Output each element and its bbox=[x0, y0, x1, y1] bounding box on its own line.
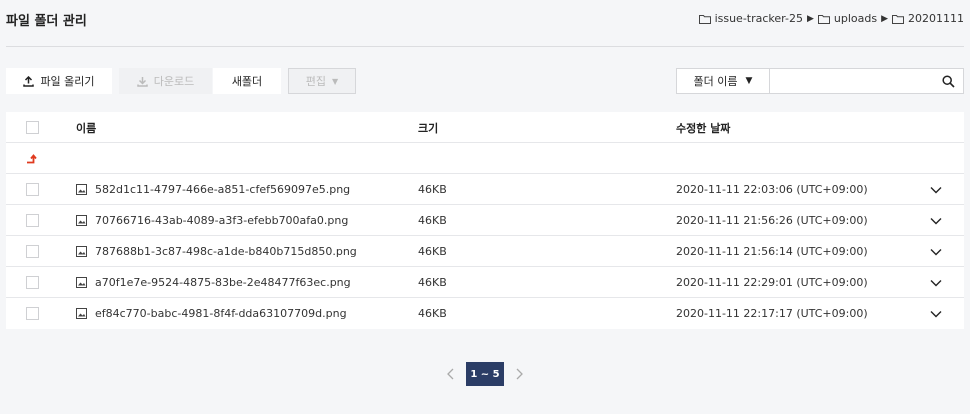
row-checkbox[interactable] bbox=[26, 307, 39, 320]
file-date: 2020-11-11 22:29:01 (UTC+09:00) bbox=[676, 276, 868, 289]
search-icon[interactable] bbox=[942, 75, 955, 88]
row-checkbox[interactable] bbox=[26, 245, 39, 258]
chevron-down-icon[interactable] bbox=[930, 248, 942, 256]
folder-icon bbox=[698, 14, 711, 24]
download-icon bbox=[137, 76, 148, 87]
file-date: 2020-11-11 22:03:06 (UTC+09:00) bbox=[676, 183, 868, 196]
file-name[interactable]: ef84c770-babc-4981-8f4f-dda63107709d.png bbox=[95, 307, 347, 320]
file-name[interactable]: 70766716-43ab-4089-a3f3-efebb700afa0.png bbox=[95, 214, 348, 227]
header-divider bbox=[6, 46, 964, 47]
download-button[interactable]: 다운로드 bbox=[119, 68, 212, 94]
chevron-down-icon[interactable] bbox=[930, 279, 942, 287]
image-file-icon bbox=[76, 246, 87, 257]
breadcrumb-label: issue-tracker-25 bbox=[714, 12, 803, 25]
row-checkbox[interactable] bbox=[26, 183, 39, 196]
chevron-down-icon[interactable] bbox=[930, 217, 942, 225]
chevron-right-icon: ▶ bbox=[881, 13, 888, 24]
upload-label: 파일 올리기 bbox=[40, 75, 95, 88]
column-header-date[interactable]: 수정한 날짜 bbox=[676, 112, 730, 143]
breadcrumb-item-uploads[interactable]: uploads bbox=[817, 12, 878, 25]
image-file-icon bbox=[76, 277, 87, 288]
new-folder-button[interactable]: 새폴더 bbox=[213, 68, 281, 94]
breadcrumb-label: uploads bbox=[833, 12, 878, 25]
chevron-down-icon[interactable] bbox=[930, 186, 942, 194]
table-header-row: 이름 크기 수정한 날짜 bbox=[6, 112, 964, 143]
chevron-down-icon[interactable] bbox=[930, 310, 942, 318]
image-file-icon bbox=[76, 308, 87, 319]
breadcrumb-item-20201111[interactable]: 20201111 bbox=[892, 12, 964, 25]
search-select-label: 폴더 이름 bbox=[693, 75, 738, 88]
previous-page-icon[interactable] bbox=[446, 368, 456, 380]
table-row[interactable]: ef84c770-babc-4981-8f4f-dda63107709d.png… bbox=[6, 298, 964, 329]
header: 파일 폴더 관리 issue-tracker-25 ▶ uploads ▶ 20… bbox=[0, 0, 970, 46]
breadcrumb-item-issue-tracker[interactable]: issue-tracker-25 bbox=[698, 12, 803, 25]
row-checkbox[interactable] bbox=[26, 214, 39, 227]
caret-down-icon: ▼ bbox=[332, 76, 339, 86]
file-date: 2020-11-11 21:56:26 (UTC+09:00) bbox=[676, 214, 868, 227]
file-size: 46KB bbox=[418, 276, 447, 289]
file-name[interactable]: 787688b1-3c87-498c-a1de-b840b715d850.png bbox=[95, 245, 357, 258]
download-label: 다운로드 bbox=[153, 75, 195, 88]
caret-down-icon: ▼ bbox=[745, 76, 753, 86]
file-size: 46KB bbox=[418, 245, 447, 258]
file-date: 2020-11-11 21:56:14 (UTC+09:00) bbox=[676, 245, 868, 258]
breadcrumb-label: 20201111 bbox=[908, 12, 964, 25]
edit-dropdown-button[interactable]: 편집 ▼ bbox=[288, 68, 356, 94]
upload-button[interactable]: 파일 올리기 bbox=[6, 68, 112, 94]
column-header-name[interactable]: 이름 bbox=[76, 112, 96, 143]
search-input[interactable] bbox=[770, 69, 930, 93]
image-file-icon bbox=[76, 215, 87, 226]
file-size: 46KB bbox=[418, 307, 447, 320]
new-folder-label: 새폴더 bbox=[231, 75, 263, 88]
search-field-select[interactable]: 폴더 이름 ▼ bbox=[676, 68, 770, 94]
edit-label: 편집 bbox=[305, 75, 327, 88]
parent-folder-icon bbox=[27, 153, 37, 163]
column-header-size[interactable]: 크기 bbox=[418, 112, 438, 143]
toolbar: 파일 올리기 다운로드 새폴더 편집 ▼ 폴더 이름 ▼ bbox=[6, 68, 964, 94]
file-table: 이름 크기 수정한 날짜 582d1c11-4797-466e-a851-cfe… bbox=[6, 112, 964, 329]
row-checkbox[interactable] bbox=[26, 276, 39, 289]
page-title: 파일 폴더 관리 bbox=[6, 14, 87, 29]
file-size: 46KB bbox=[418, 183, 447, 196]
file-name[interactable]: 582d1c11-4797-466e-a851-cfef569097e5.png bbox=[95, 183, 350, 196]
file-name[interactable]: a70f1e7e-9524-4875-83be-2e48477f63ec.png bbox=[95, 276, 351, 289]
pagination: 1 ~ 5 bbox=[0, 362, 970, 386]
folder-icon bbox=[892, 14, 904, 24]
breadcrumb: issue-tracker-25 ▶ uploads ▶ 20201111 bbox=[698, 12, 964, 25]
image-file-icon bbox=[76, 184, 87, 195]
table-row[interactable]: 582d1c11-4797-466e-a851-cfef569097e5.png… bbox=[6, 174, 964, 205]
parent-folder-row[interactable] bbox=[6, 143, 964, 174]
folder-icon bbox=[817, 14, 830, 24]
file-date: 2020-11-11 22:17:17 (UTC+09:00) bbox=[676, 307, 868, 320]
next-page-icon[interactable] bbox=[514, 368, 524, 380]
current-page[interactable]: 1 ~ 5 bbox=[466, 362, 504, 386]
select-all-checkbox[interactable] bbox=[26, 121, 39, 134]
file-size: 46KB bbox=[418, 214, 447, 227]
table-row[interactable]: 70766716-43ab-4089-a3f3-efebb700afa0.png… bbox=[6, 205, 964, 236]
chevron-right-icon: ▶ bbox=[806, 13, 814, 24]
upload-icon bbox=[23, 75, 35, 87]
search-box bbox=[770, 68, 964, 94]
table-row[interactable]: a70f1e7e-9524-4875-83be-2e48477f63ec.png… bbox=[6, 267, 964, 298]
table-row[interactable]: 787688b1-3c87-498c-a1de-b840b715d850.png… bbox=[6, 236, 964, 267]
